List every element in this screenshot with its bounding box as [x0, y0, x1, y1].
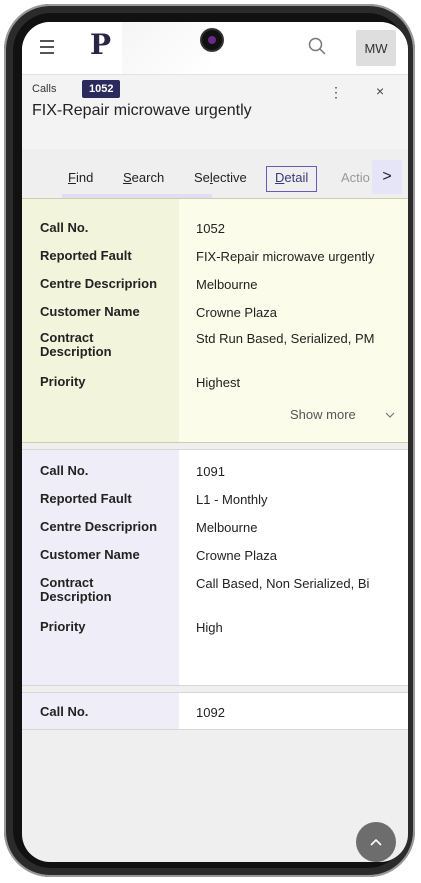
value-priority: Highest	[196, 375, 241, 390]
label-customer: Customer Name	[40, 547, 140, 562]
tab-search[interactable]: Search	[123, 166, 164, 190]
label-call-no: Call No.	[40, 463, 89, 478]
label-contract: Contract Description	[40, 330, 112, 359]
call-number-badge: 1052	[82, 80, 121, 98]
app-screen: P MW Calls 1052 FIX-Repair microwave urg…	[22, 22, 408, 862]
value-contract: Call Based, Non Serialized, Bi	[196, 576, 370, 591]
value-call-no: 1092	[196, 705, 225, 720]
label-centre: Centre Descriprion	[40, 276, 158, 291]
call-card-1052[interactable]: Call No. 1052 Reported Fault FIX-Repair …	[22, 198, 408, 443]
tab-search-accesskey: S	[123, 170, 132, 185]
more-options-icon[interactable]: ⋮	[329, 84, 343, 101]
breadcrumb-calls[interactable]: Calls	[32, 83, 56, 95]
tab-selective[interactable]: Selective	[194, 166, 247, 190]
value-reported-fault: L1 - Monthly	[196, 492, 268, 507]
logo-shade	[122, 22, 212, 74]
label-centre: Centre Descriprion	[40, 519, 158, 534]
value-call-no: 1052	[196, 221, 225, 236]
tab-action[interactable]: Actio	[341, 166, 370, 190]
label-priority: Priority	[40, 374, 86, 389]
label-call-no: Call No.	[40, 704, 89, 719]
avatar[interactable]: MW	[356, 30, 396, 66]
show-more-label: Show more	[290, 407, 356, 422]
top-app-bar: P MW	[22, 22, 408, 75]
call-header: Calls 1052 FIX-Repair microwave urgently…	[22, 75, 408, 149]
label-call-no: Call No.	[40, 220, 89, 235]
card-label-column	[22, 199, 179, 442]
value-customer: Crowne Plaza	[196, 305, 277, 320]
label-reported-fault: Reported Fault	[40, 491, 132, 506]
label-reported-fault: Reported Fault	[40, 248, 132, 263]
tab-search-suffix: earch	[131, 170, 165, 185]
tab-detail-suffix: etail	[284, 170, 309, 185]
app-logo: P	[90, 28, 112, 61]
tab-scroll-right-button[interactable]: >	[372, 160, 402, 194]
tab-selective-suffix: ective	[212, 170, 247, 185]
tab-detail-accesskey: D	[275, 170, 285, 185]
value-centre: Melbourne	[196, 520, 258, 535]
tab-find-accesskey: F	[68, 170, 76, 185]
value-reported-fault: FIX-Repair microwave urgently	[196, 249, 375, 264]
tab-find[interactable]: Find	[68, 166, 93, 190]
search-icon[interactable]	[308, 37, 326, 55]
scroll-to-top-button[interactable]	[356, 822, 396, 862]
value-contract: Std Run Based, Serialized, PM	[196, 331, 375, 346]
page-title: FIX-Repair microwave urgently	[32, 102, 252, 119]
show-more-link[interactable]: Show more	[290, 407, 356, 422]
chevron-up-icon	[370, 838, 382, 846]
front-camera	[202, 30, 222, 50]
close-icon[interactable]: ×	[376, 83, 384, 99]
tab-selective-prefix: Se	[194, 170, 210, 185]
value-call-no: 1091	[196, 464, 225, 479]
value-customer: Crowne Plaza	[196, 548, 277, 563]
value-centre: Melbourne	[196, 277, 258, 292]
tab-bar: Find Search Selective Detail Actio >	[22, 160, 408, 194]
label-contract: Contract Description	[40, 575, 112, 604]
tab-find-suffix: ind	[75, 170, 94, 185]
card-label-column	[22, 450, 179, 685]
label-priority: Priority	[40, 619, 86, 634]
value-priority: High	[196, 620, 223, 635]
chevron-down-icon[interactable]	[385, 411, 395, 419]
label-customer: Customer Name	[40, 304, 140, 319]
call-card-1092[interactable]: Call No. 1092	[22, 692, 408, 730]
call-card-1091[interactable]: Call No. 1091 Reported Fault L1 - Monthl…	[22, 449, 408, 686]
tab-detail[interactable]: Detail	[266, 166, 318, 192]
hamburger-menu-icon[interactable]	[36, 36, 58, 58]
